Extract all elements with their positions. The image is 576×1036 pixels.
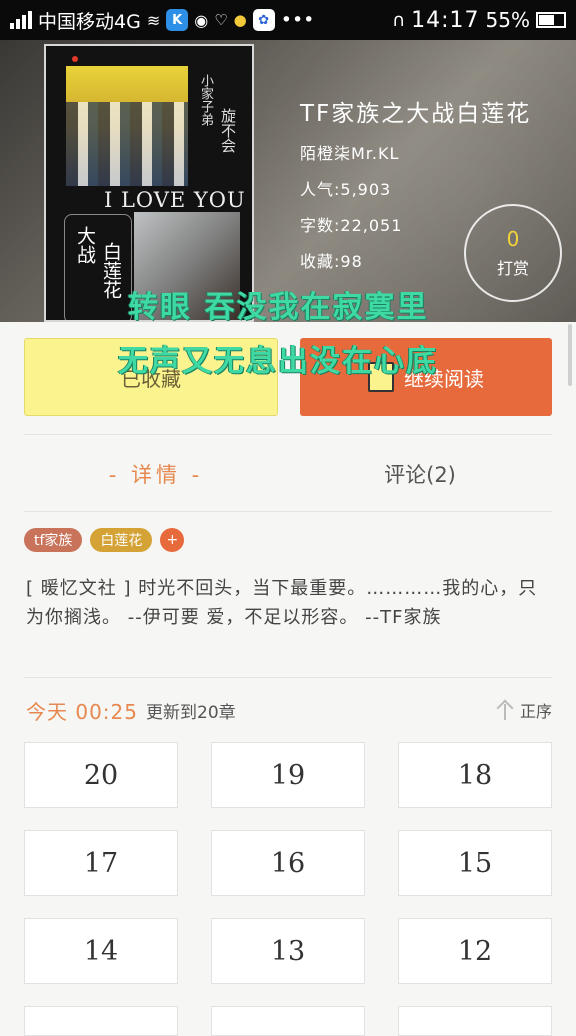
chapter-button[interactable]: 20 xyxy=(24,742,178,808)
chapter-button[interactable]: 18 xyxy=(398,742,552,808)
chapter-button[interactable]: 17 xyxy=(24,830,178,896)
add-tag-button[interactable]: + xyxy=(160,528,185,552)
lyric-overlay-line-1: 转眼 吞没我在寂寞里 xyxy=(128,290,429,325)
detail-tabs: - 详情 - 评论(2) xyxy=(24,440,552,508)
scrollbar[interactable] xyxy=(568,324,572,386)
chapter-button[interactable]: 14 xyxy=(24,918,178,984)
tab-details[interactable]: - 详情 - xyxy=(24,440,288,508)
baidu-icon: ✿ xyxy=(252,9,275,31)
update-text: 更新到20章 xyxy=(146,702,236,723)
book-description: [ 暖忆文社 ] 时光不回头，当下最重要。…………我的心，只为你搁浅。 --伊可… xyxy=(26,578,538,628)
status-bar: 中国移动4G ≋ K ◉ ♡ ● ✿ ••• ∩ 14:17 55% xyxy=(0,0,576,40)
chapter-button[interactable]: 13 xyxy=(211,918,365,984)
lyric-overlay-line-2: 无声又无息出没在心底 xyxy=(118,344,438,379)
cover-group-photo xyxy=(66,66,188,186)
cover-vertical-text: 小家子弟 xyxy=(198,74,213,126)
divider xyxy=(24,434,552,435)
more-notifications-icon: ••• xyxy=(280,9,315,31)
tab-comments[interactable]: 评论(2) xyxy=(288,440,552,508)
tag-white-lotus[interactable]: 白莲花 xyxy=(90,528,153,552)
wifi-icon: ≋ xyxy=(146,10,161,30)
divider xyxy=(24,677,552,678)
chapter-button-partial[interactable] xyxy=(24,1006,178,1036)
divider xyxy=(24,511,552,512)
chapter-button-partial[interactable] xyxy=(398,1006,552,1036)
book-popularity: 人气:5,903 xyxy=(300,180,392,199)
reward-count: 0 xyxy=(506,227,520,251)
chapter-button[interactable]: 15 xyxy=(398,830,552,896)
chapter-button[interactable]: 19 xyxy=(211,742,365,808)
weibo-icon: ◉ xyxy=(194,10,209,30)
update-date: 今天 00:25 xyxy=(26,699,138,724)
book-header: 小家子弟 旋不会 I LOVE YOU 大战 白莲花 TF家族之大战白莲花 陌橙… xyxy=(0,40,576,322)
tag-list: tf家族 白莲花 + xyxy=(24,528,185,552)
chapter-button-partial[interactable] xyxy=(211,1006,365,1036)
arrow-up-icon xyxy=(496,700,514,720)
cover-title-a: 大战 xyxy=(74,226,96,264)
battery-percent: 55% xyxy=(485,8,530,32)
cover-love-text: I LOVE YOU xyxy=(104,188,246,212)
book-cover-image[interactable]: 小家子弟 旋不会 I LOVE YOU 大战 白莲花 xyxy=(44,44,254,322)
sort-toggle[interactable]: 正序 xyxy=(496,698,552,722)
cover-dot xyxy=(72,56,78,62)
shield-icon: ♡ xyxy=(214,11,228,29)
app-k-icon: K xyxy=(166,9,189,31)
signal-icon xyxy=(10,11,32,29)
chapter-button[interactable]: 12 xyxy=(398,918,552,984)
reward-button[interactable]: 0 打赏 xyxy=(464,204,562,302)
book-title: TF家族之大战白莲花 xyxy=(300,101,532,127)
sort-label: 正序 xyxy=(519,702,552,721)
book-author[interactable]: 陌橙柒Mr.KL xyxy=(300,140,531,164)
cover-vertical-text-2: 旋不会 xyxy=(219,108,237,153)
chapter-grid: 20 19 18 17 16 15 14 13 12 xyxy=(24,742,552,984)
reward-label: 打赏 xyxy=(496,259,529,278)
chapter-button[interactable]: 16 xyxy=(211,830,365,896)
bulb-icon: ● xyxy=(233,11,247,29)
clock-label: 14:17 xyxy=(411,7,480,33)
carrier-label: 中国移动4G xyxy=(38,10,141,33)
headphone-icon: ∩ xyxy=(391,9,406,31)
tag-tf-family[interactable]: tf家族 xyxy=(24,528,83,552)
cover-title-b: 白莲花 xyxy=(100,242,122,299)
battery-icon xyxy=(536,12,566,28)
update-row: 今天 00:25 更新到20章 正序 xyxy=(26,692,552,728)
